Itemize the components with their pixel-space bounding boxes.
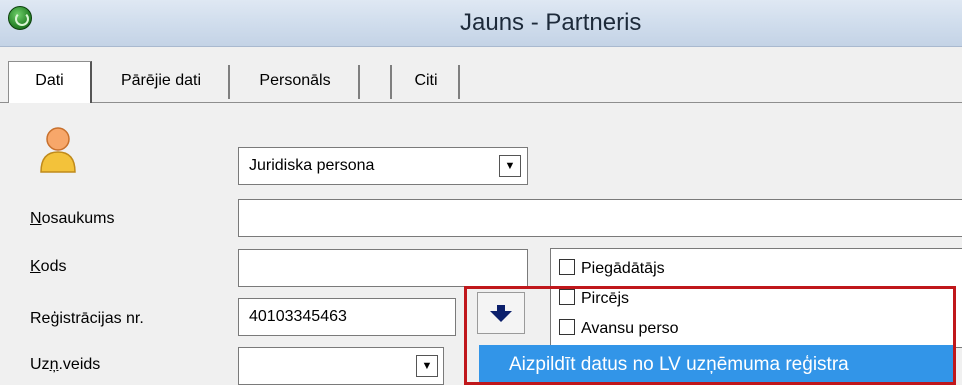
checkbox-buyer[interactable] — [559, 289, 575, 305]
person-icon — [40, 127, 76, 173]
roles-panel: Piegādātājs Pircējs Avansu perso — [550, 248, 962, 348]
chevron-down-icon[interactable]: ▼ — [499, 155, 521, 177]
entity-type-select[interactable]: Juridiska persona — [238, 147, 528, 185]
tab-citi[interactable]: Citi — [394, 65, 460, 99]
app-logo-icon[interactable] — [8, 6, 32, 30]
tab-dati[interactable]: Dati — [8, 61, 92, 103]
registration-label: Reģistrācijas nr. — [30, 310, 144, 327]
role-supplier[interactable]: Piegādātājs — [559, 259, 665, 278]
menu-item-fill-lv-register[interactable]: Aizpildīt datus no LV uzņēmuma reģistra — [479, 345, 953, 385]
role-advance[interactable]: Avansu perso — [559, 319, 679, 338]
registration-field[interactable]: 40103345463 — [238, 298, 456, 336]
checkbox-supplier[interactable] — [559, 259, 575, 275]
company-type-select[interactable] — [238, 347, 444, 385]
title-bar: Jauns - Partneris — [0, 0, 962, 47]
tab-personals[interactable]: Personāls — [232, 65, 360, 99]
tab-parejie-dati[interactable]: Pārējie dati — [94, 65, 230, 99]
entity-type-value: Juridiska persona — [249, 157, 375, 174]
name-field[interactable] — [238, 199, 962, 237]
tab-empty[interactable] — [362, 65, 392, 99]
tab-divider — [0, 102, 962, 103]
name-label: Nosaukums — [30, 210, 115, 227]
checkbox-advance[interactable] — [559, 319, 575, 335]
code-field[interactable] — [238, 249, 528, 287]
company-type-label: Uzņ.veids — [30, 356, 101, 373]
arrow-down-icon — [490, 305, 512, 322]
role-buyer[interactable]: Pircējs — [559, 289, 629, 308]
company-type-chevron-down-icon[interactable]: ▼ — [416, 355, 438, 377]
registration-value: 40103345463 — [249, 308, 347, 325]
fill-from-register-button[interactable] — [477, 292, 525, 334]
window-title: Jauns - Partneris — [460, 9, 642, 36]
code-label: Kods — [30, 258, 67, 275]
